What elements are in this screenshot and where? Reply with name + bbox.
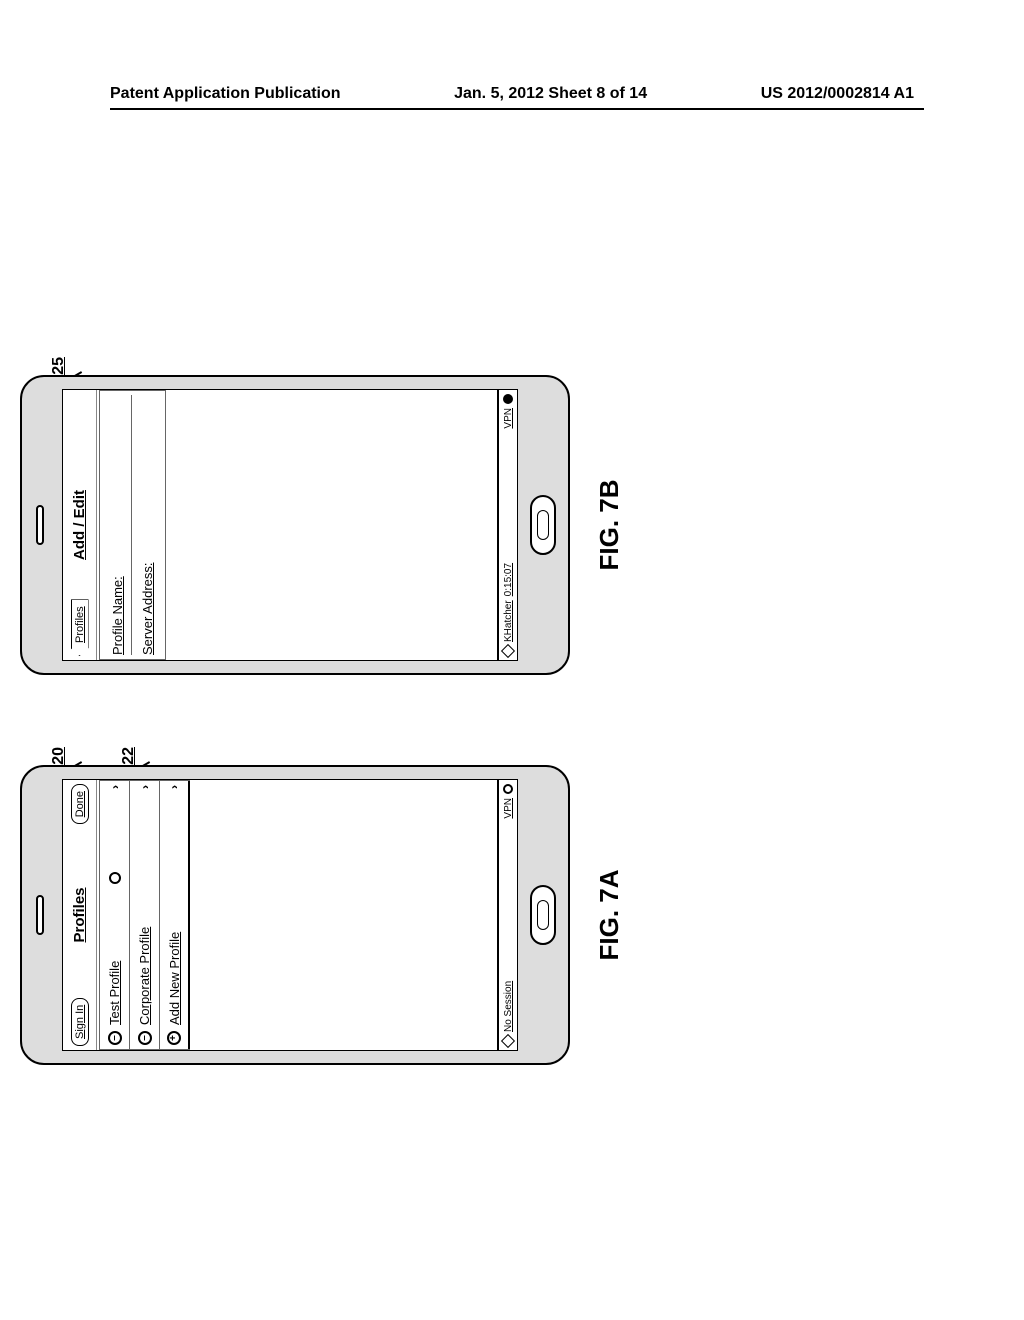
- header-rule: [110, 108, 924, 110]
- chevron-right-icon[interactable]: ›: [108, 785, 122, 789]
- signin-button[interactable]: Sign In: [71, 998, 89, 1046]
- header-center: Jan. 5, 2012 Sheet 8 of 14: [454, 85, 647, 103]
- delete-icon[interactable]: –: [138, 1031, 152, 1045]
- user-label: KHatcher: [503, 600, 514, 642]
- nav-bar-b: Profiles Add / Edit: [63, 390, 97, 660]
- list-item[interactable]: + Add New Profile ›: [160, 781, 190, 1049]
- chevron-right-icon[interactable]: ›: [138, 785, 152, 789]
- nav-title-addedit: Add / Edit: [71, 490, 88, 560]
- status-bar-b: KHatcher 0:15:07 VPN: [497, 390, 517, 660]
- profile-name: Test Profile: [107, 961, 122, 1025]
- nav-title-profiles: Profiles: [71, 887, 88, 942]
- done-button[interactable]: Done: [71, 784, 89, 824]
- home-button[interactable]: [530, 885, 556, 945]
- home-inner-icon: [537, 900, 549, 930]
- fig-label-7b: FIG. 7B: [594, 480, 625, 571]
- delete-icon[interactable]: –: [108, 1031, 122, 1045]
- screen-b: Profiles Add / Edit Profile Name: Server…: [62, 389, 518, 661]
- nav-bar-a: Sign In Profiles Done: [63, 780, 97, 1050]
- session-label: No Session: [503, 981, 514, 1032]
- vpn-indicator-icon: [503, 394, 513, 404]
- vpn-indicator-icon: [503, 784, 513, 794]
- gear-icon[interactable]: [501, 1034, 515, 1048]
- server-address-field[interactable]: Server Address:: [134, 395, 161, 655]
- speaker-icon: [36, 505, 44, 545]
- screen-a: Sign In Profiles Done – Test Profile › –: [62, 779, 518, 1051]
- header-right: US 2012/0002814 A1: [761, 85, 914, 103]
- add-icon[interactable]: +: [167, 1031, 181, 1045]
- phone-a: Sign In Profiles Done – Test Profile › –: [20, 765, 570, 1065]
- profile-name: Corporate Profile: [137, 927, 152, 1025]
- time-label: 0:15:07: [503, 563, 514, 596]
- status-bar-a: No Session VPN: [497, 780, 517, 1050]
- selected-icon: [109, 872, 121, 884]
- profile-list: – Test Profile › – Corporate Profile › +: [99, 780, 190, 1050]
- page-header: Patent Application Publication Jan. 5, 2…: [0, 85, 1024, 103]
- edit-form: Profile Name: Server Address:: [99, 390, 166, 660]
- list-item[interactable]: – Corporate Profile ›: [130, 781, 160, 1049]
- home-button[interactable]: [530, 495, 556, 555]
- phone-b: Profiles Add / Edit Profile Name: Server…: [20, 375, 570, 675]
- gear-icon[interactable]: [501, 644, 515, 658]
- vpn-label: VPN: [503, 408, 514, 429]
- add-profile-label: Add New Profile: [167, 932, 182, 1025]
- fig-7b: 125 Profiles Add / Edit Profile Name: Se…: [20, 375, 625, 675]
- vpn-label: VPN: [503, 798, 514, 819]
- back-button[interactable]: Profiles: [71, 599, 89, 656]
- figures-area: 120 122 Sign In Profiles Done – Test Pro…: [20, 320, 1020, 1120]
- fig-label-7a: FIG. 7A: [594, 870, 625, 961]
- profile-name-field[interactable]: Profile Name:: [104, 395, 132, 655]
- header-left: Patent Application Publication: [110, 85, 341, 103]
- home-inner-icon: [537, 510, 549, 540]
- fig-7a: 120 122 Sign In Profiles Done – Test Pro…: [20, 765, 625, 1065]
- list-item[interactable]: – Test Profile ›: [100, 781, 130, 1049]
- speaker-icon: [36, 895, 44, 935]
- chevron-right-icon[interactable]: ›: [167, 785, 181, 789]
